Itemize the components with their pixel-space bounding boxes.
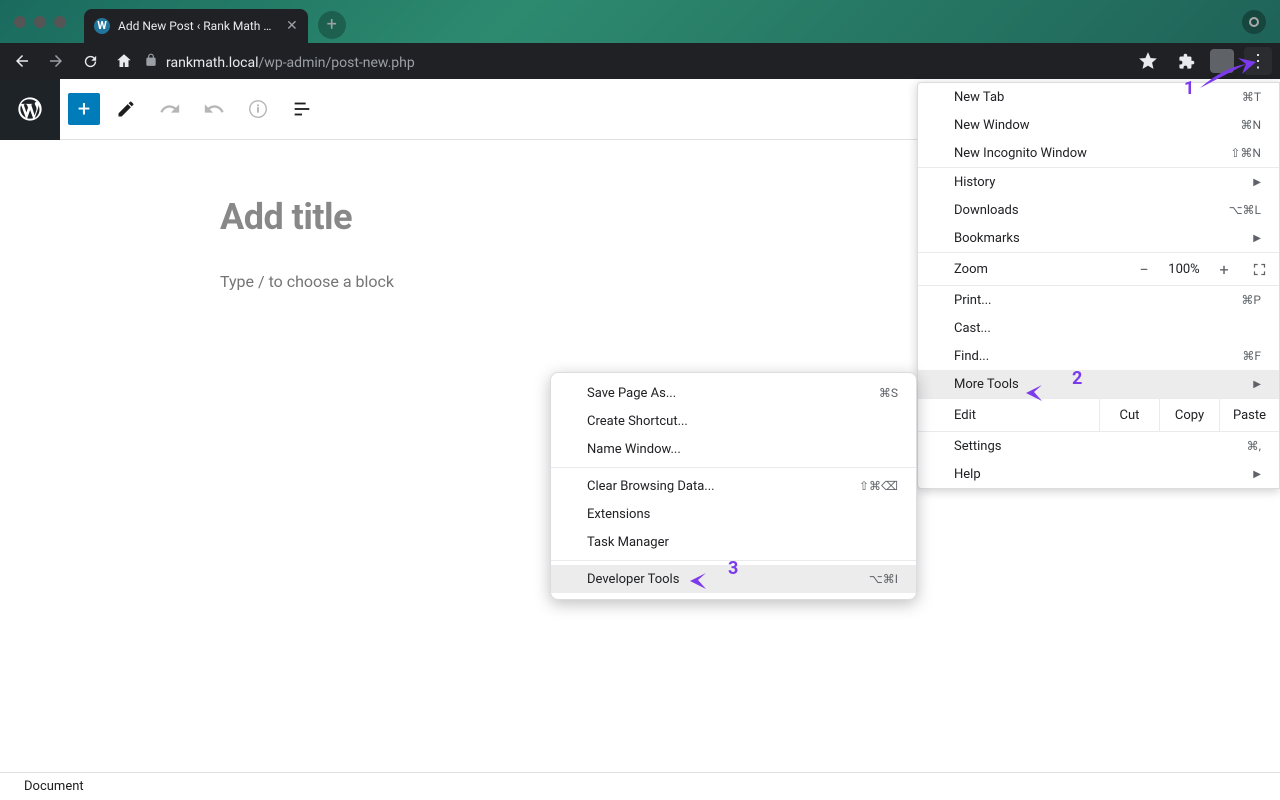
address-bar[interactable]: rankmath.local/wp-admin/post-new.php [144, 47, 1128, 75]
chrome-toolbar: rankmath.local/wp-admin/post-new.php ⋮ [0, 43, 1280, 79]
more-tools-submenu: Save Page As...⌘S Create Shortcut... Nam… [550, 372, 917, 600]
home-button[interactable] [110, 47, 138, 75]
menu-history[interactable]: History▶ [918, 168, 1279, 196]
macos-titlebar: W Add New Post ‹ Rank Math — W ✕ + [0, 0, 1280, 43]
menu-zoom: Zoom − 100% + [918, 253, 1279, 285]
back-button[interactable] [8, 47, 36, 75]
submenu-extensions[interactable]: Extensions [551, 500, 916, 528]
minimize-window-button[interactable] [34, 16, 46, 28]
outline-icon[interactable] [284, 91, 320, 127]
submenu-name-window[interactable]: Name Window... [551, 435, 916, 463]
menu-downloads[interactable]: Downloads⌥⌘L [918, 196, 1279, 224]
new-tab-button[interactable]: + [318, 11, 346, 39]
breadcrumb-document[interactable]: Document [24, 779, 84, 794]
chevron-right-icon: ▶ [1253, 469, 1261, 480]
profile-button[interactable] [1242, 10, 1266, 34]
menu-copy[interactable]: Copy [1159, 399, 1219, 431]
close-window-button[interactable] [14, 16, 26, 28]
chevron-right-icon: ▶ [1253, 379, 1261, 390]
zoom-in-button[interactable]: + [1209, 260, 1239, 279]
submenu-save-page[interactable]: Save Page As...⌘S [551, 379, 916, 407]
chevron-right-icon: ▶ [1253, 177, 1261, 188]
zoom-window-button[interactable] [54, 16, 66, 28]
traffic-lights [14, 16, 66, 28]
account-icon[interactable] [1210, 49, 1234, 73]
reload-button[interactable] [76, 47, 104, 75]
fullscreen-icon[interactable] [1239, 262, 1279, 277]
menu-help[interactable]: Help▶ [918, 460, 1279, 488]
lock-icon [144, 52, 158, 71]
menu-paste[interactable]: Paste [1219, 399, 1279, 431]
undo-button[interactable] [152, 91, 188, 127]
wordpress-logo[interactable] [0, 79, 60, 140]
edit-mode-icon[interactable] [108, 91, 144, 127]
menu-new-window[interactable]: New Window⌘N [918, 111, 1279, 139]
wordpress-favicon: W [94, 18, 110, 34]
zoom-out-button[interactable]: − [1129, 260, 1159, 279]
submenu-task-manager[interactable]: Task Manager [551, 528, 916, 556]
menu-print[interactable]: Print...⌘P [918, 286, 1279, 314]
menu-cut[interactable]: Cut [1099, 399, 1159, 431]
browser-tab[interactable]: W Add New Post ‹ Rank Math — W ✕ [84, 9, 308, 43]
menu-settings[interactable]: Settings⌘, [918, 432, 1279, 460]
url-path: /wp-admin/post-new.php [259, 55, 415, 71]
submenu-clear-browsing[interactable]: Clear Browsing Data...⇧⌘⌫ [551, 472, 916, 500]
submenu-developer-tools[interactable]: Developer Tools⌥⌘I [551, 565, 916, 593]
menu-edit-row: Edit Cut Copy Paste [918, 399, 1279, 431]
tab-title: Add New Post ‹ Rank Math — W [118, 19, 278, 33]
add-block-button[interactable]: + [68, 93, 100, 125]
submenu-create-shortcut[interactable]: Create Shortcut... [551, 407, 916, 435]
redo-button[interactable] [196, 91, 232, 127]
details-icon[interactable] [240, 91, 276, 127]
menu-more-tools[interactable]: More Tools▶ [918, 370, 1279, 398]
close-tab-icon[interactable]: ✕ [286, 18, 298, 34]
extensions-icon[interactable] [1172, 47, 1200, 75]
bookmark-star-icon[interactable] [1134, 47, 1162, 75]
chevron-right-icon: ▶ [1253, 233, 1261, 244]
forward-button[interactable] [42, 47, 70, 75]
editor-statusbar: Document [0, 772, 1280, 800]
chrome-main-menu: New Tab⌘T New Window⌘N New Incognito Win… [917, 82, 1280, 489]
chrome-menu-button[interactable]: ⋮ [1244, 47, 1272, 75]
menu-find[interactable]: Find...⌘F [918, 342, 1279, 370]
menu-new-incognito[interactable]: New Incognito Window⇧⌘N [918, 139, 1279, 167]
menu-new-tab[interactable]: New Tab⌘T [918, 83, 1279, 111]
menu-cast[interactable]: Cast... [918, 314, 1279, 342]
url-domain: rankmath.local [166, 55, 259, 71]
menu-bookmarks[interactable]: Bookmarks▶ [918, 224, 1279, 252]
zoom-value: 100% [1159, 262, 1209, 277]
